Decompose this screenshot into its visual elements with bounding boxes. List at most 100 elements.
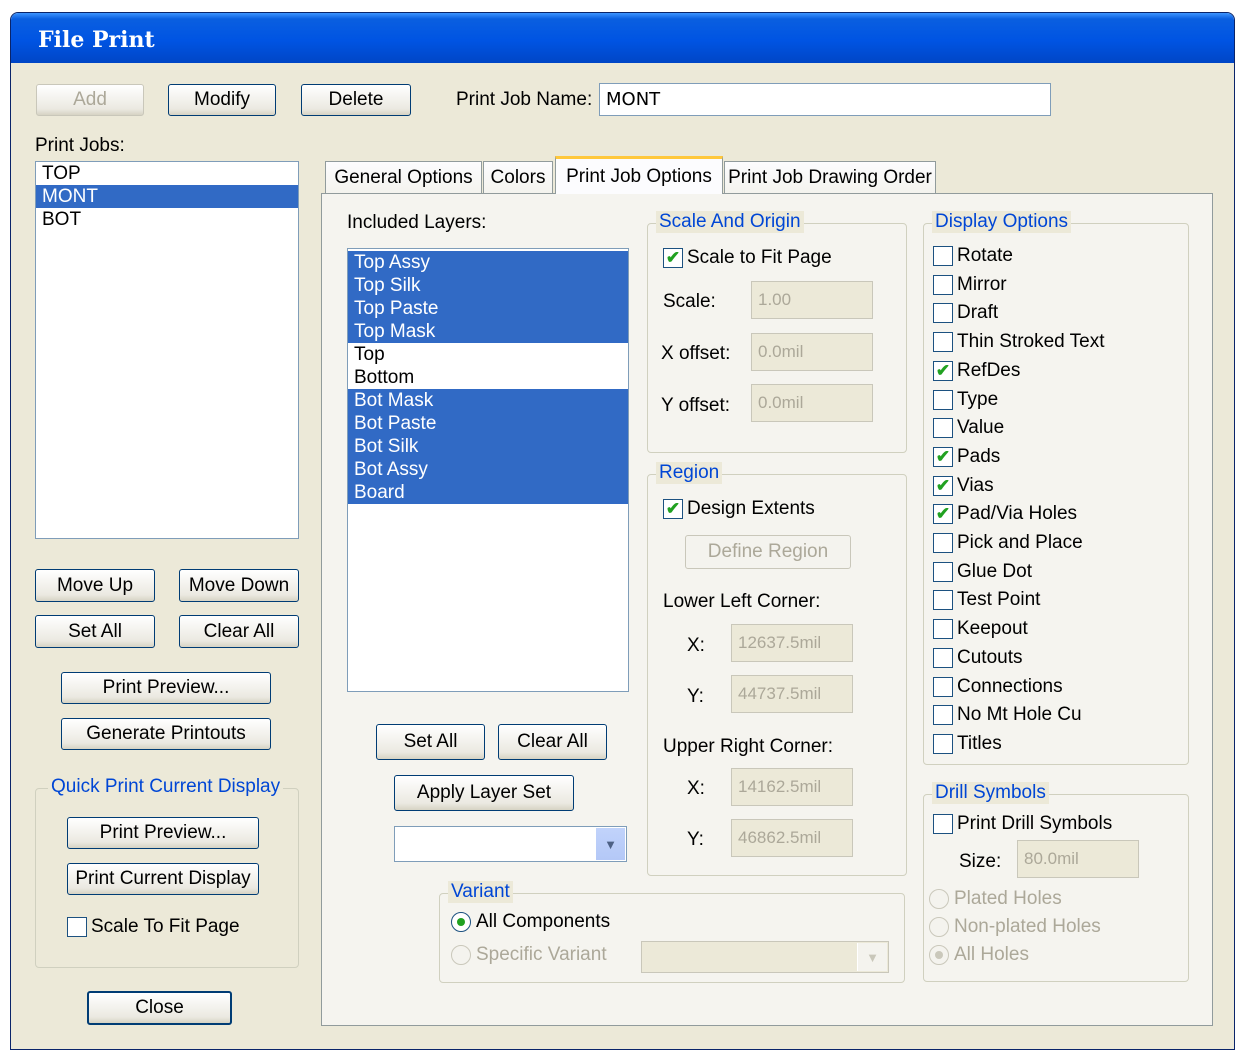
quick-scale-to-fit-checkbox[interactable]: Scale To Fit Page — [67, 915, 240, 939]
display-option-checkbox[interactable]: Glue Dot — [933, 560, 1032, 584]
checkbox-box[interactable] — [67, 917, 87, 937]
display-option-checkbox[interactable]: Thin Stroked Text — [933, 330, 1105, 354]
ur-x-field[interactable]: 14162.5mil — [731, 768, 853, 806]
layer-set-combo[interactable]: ▼ — [394, 826, 627, 862]
checkbox-box[interactable]: ✔ — [933, 361, 953, 381]
scale-to-fit-checkbox[interactable]: ✔ Scale to Fit Page — [663, 246, 832, 270]
specific-variant-radio[interactable]: Specific Variant — [451, 943, 607, 967]
tab-print-job-drawing-order[interactable]: Print Job Drawing Order — [724, 161, 936, 193]
radio-dot[interactable] — [929, 889, 949, 909]
design-extents-checkbox[interactable]: ✔ Design Extents — [663, 497, 815, 521]
print-drill-symbols-checkbox[interactable]: Print Drill Symbols — [933, 812, 1112, 836]
print-job-name-input[interactable]: MONT — [599, 83, 1051, 116]
layer-item[interactable]: Bot Silk — [348, 435, 628, 458]
checkbox-box[interactable]: ✔ — [933, 447, 953, 467]
layer-item[interactable]: Top Paste — [348, 297, 628, 320]
layer-item[interactable]: Bot Mask — [348, 389, 628, 412]
clear-all-jobs-button[interactable]: Clear All — [179, 615, 299, 648]
chevron-down-icon[interactable]: ▼ — [595, 828, 625, 860]
layer-item[interactable]: Bottom — [348, 366, 628, 389]
checkbox-box[interactable]: ✔ — [933, 476, 953, 496]
checkbox-box[interactable] — [933, 303, 953, 323]
checkbox-box[interactable] — [933, 648, 953, 668]
display-option-checkbox[interactable]: Cutouts — [933, 646, 1022, 670]
clear-all-layers-button[interactable]: Clear All — [498, 724, 607, 760]
chevron-down-icon[interactable]: ▼ — [857, 943, 887, 971]
move-down-button[interactable]: Move Down — [179, 569, 299, 602]
layer-item[interactable]: Board — [348, 481, 628, 504]
radio-dot[interactable] — [929, 917, 949, 937]
checkbox-box[interactable] — [933, 590, 953, 610]
layer-item[interactable]: Top Assy — [348, 251, 628, 274]
checkbox-box[interactable] — [933, 705, 953, 725]
all-holes-radio[interactable]: All Holes — [929, 943, 1029, 967]
display-option-checkbox[interactable]: Mirror — [933, 273, 1007, 297]
layer-item[interactable]: Top Mask — [348, 320, 628, 343]
checkbox-box[interactable] — [933, 332, 953, 352]
print-preview-button[interactable]: Print Preview... — [61, 672, 271, 704]
included-layers-list[interactable]: Top Assy Top Silk Top Paste Top Mask Top Bott… — [347, 248, 629, 692]
tab-general-options[interactable]: General Options — [325, 161, 482, 193]
checkbox-box[interactable] — [933, 390, 953, 410]
display-option-checkbox[interactable]: Connections — [933, 675, 1063, 699]
display-option-checkbox[interactable]: Type — [933, 388, 998, 412]
checkbox-box[interactable]: ✔ — [663, 499, 683, 519]
checkbox-box[interactable] — [933, 677, 953, 697]
set-all-layers-button[interactable]: Set All — [376, 724, 485, 760]
display-option-checkbox[interactable]: Titles — [933, 732, 1002, 756]
checkbox-box[interactable] — [933, 418, 953, 438]
display-option-checkbox[interactable]: Value — [933, 416, 1004, 440]
checkbox-box[interactable] — [933, 533, 953, 553]
checkbox-box[interactable]: ✔ — [663, 248, 683, 268]
display-option-checkbox[interactable]: No Mt Hole Cu — [933, 703, 1082, 727]
print-job-item[interactable]: TOP — [36, 162, 298, 185]
checkbox-box[interactable] — [933, 734, 953, 754]
quick-print-preview-button[interactable]: Print Preview... — [67, 817, 259, 849]
plated-holes-radio[interactable]: Plated Holes — [929, 887, 1062, 911]
generate-printouts-button[interactable]: Generate Printouts — [61, 718, 271, 750]
print-jobs-list[interactable]: TOP MONT BOT — [35, 161, 299, 539]
close-button[interactable]: Close — [87, 991, 232, 1025]
print-current-display-button[interactable]: Print Current Display — [67, 863, 259, 895]
all-components-radio[interactable]: All Components — [451, 910, 610, 934]
apply-layer-set-button[interactable]: Apply Layer Set — [394, 775, 574, 811]
add-button[interactable]: Add — [36, 84, 144, 116]
checkbox-box[interactable] — [933, 562, 953, 582]
display-option-checkbox[interactable]: Test Point — [933, 588, 1040, 612]
checkbox-box[interactable]: ✔ — [933, 504, 953, 524]
radio-dot[interactable] — [929, 945, 949, 965]
layer-item[interactable]: Bot Paste — [348, 412, 628, 435]
display-option-checkbox[interactable]: Pick and Place — [933, 531, 1083, 555]
display-option-checkbox[interactable]: Draft — [933, 301, 998, 325]
tab-print-job-options[interactable]: Print Job Options — [555, 156, 723, 194]
delete-button[interactable]: Delete — [301, 84, 411, 116]
tab-colors[interactable]: Colors — [483, 161, 553, 193]
display-option-checkbox[interactable]: Rotate — [933, 244, 1013, 268]
ll-y-field[interactable]: 44737.5mil — [731, 675, 853, 713]
display-option-checkbox[interactable]: ✔ RefDes — [933, 359, 1020, 383]
print-job-item[interactable]: MONT — [36, 185, 298, 208]
title-bar[interactable]: File Print — [11, 13, 1234, 63]
checkbox-box[interactable] — [933, 275, 953, 295]
modify-button[interactable]: Modify — [168, 84, 276, 116]
specific-variant-combo[interactable]: ▼ — [641, 941, 889, 973]
layer-item[interactable]: Top Silk — [348, 274, 628, 297]
display-option-checkbox[interactable]: ✔ Pad/Via Holes — [933, 502, 1077, 526]
x-offset-field[interactable]: 0.0mil — [751, 333, 873, 371]
scale-field[interactable]: 1.00 — [751, 281, 873, 319]
layer-item[interactable]: Bot Assy — [348, 458, 628, 481]
display-option-checkbox[interactable]: Keepout — [933, 617, 1028, 641]
drill-size-field[interactable]: 80.0mil — [1017, 840, 1139, 878]
ll-x-field[interactable]: 12637.5mil — [731, 624, 853, 662]
define-region-button[interactable]: Define Region — [685, 535, 851, 569]
y-offset-field[interactable]: 0.0mil — [751, 384, 873, 422]
checkbox-box[interactable] — [933, 619, 953, 639]
layer-item[interactable]: Top — [348, 343, 628, 366]
non-plated-holes-radio[interactable]: Non-plated Holes — [929, 915, 1101, 939]
ur-y-field[interactable]: 46862.5mil — [731, 819, 853, 857]
move-up-button[interactable]: Move Up — [35, 569, 155, 602]
radio-dot[interactable] — [451, 945, 471, 965]
display-option-checkbox[interactable]: ✔ Vias — [933, 474, 994, 498]
print-job-item[interactable]: BOT — [36, 208, 298, 231]
checkbox-box[interactable] — [933, 246, 953, 266]
